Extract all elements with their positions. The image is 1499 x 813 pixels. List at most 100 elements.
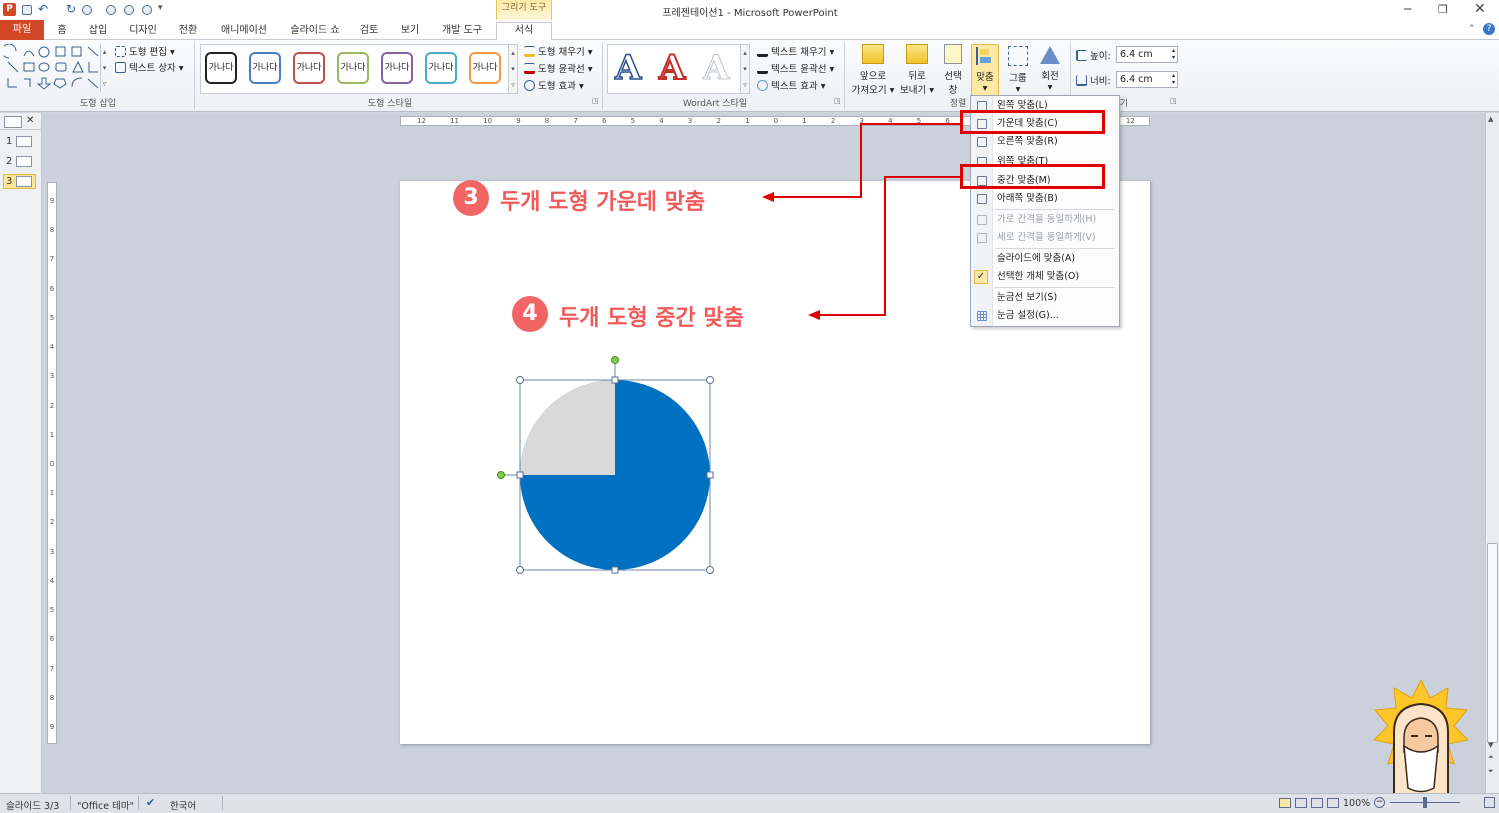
undo-icon[interactable]: ↶ [38, 2, 48, 16]
rotation-handle-top[interactable] [611, 356, 619, 364]
bring-forward-button[interactable]: 앞으로 가져오기 ▾ [850, 44, 896, 96]
spinner-icon[interactable]: ▴ ▾ [1172, 72, 1175, 86]
zoom-level[interactable]: 100% [1343, 798, 1370, 809]
shape-style-swatch-2[interactable]: 가나다 [249, 52, 281, 84]
send-backward-button[interactable]: 뒤로 보내기 ▾ [898, 44, 936, 96]
slide-thumbnail-2[interactable] [16, 156, 32, 167]
shape-effects-button[interactable]: 도형 효과 ▾ [524, 78, 584, 92]
menu-item-align-selected-objects[interactable]: ✓ 선택한 개체 맞춤(O) [971, 268, 1119, 286]
text-box-button[interactable]: 텍스트 상자 ▾ [115, 60, 184, 74]
shape-style-swatch-6[interactable]: 가나다 [425, 52, 457, 84]
resize-handle-e[interactable] [706, 471, 714, 479]
tab-file[interactable]: 파일 [0, 20, 44, 40]
shape-quick-icon-4[interactable] [142, 5, 152, 15]
normal-view-icon[interactable] [1279, 798, 1291, 808]
text-outline-button[interactable]: 텍스트 윤곽선 ▾ [757, 61, 834, 75]
wordart-gallery-scroll[interactable]: ▴ ▾ ▿ [740, 44, 750, 94]
shape-style-swatch-7[interactable]: 가나다 [469, 52, 501, 84]
scrollbar-thumb[interactable] [1487, 543, 1498, 743]
align-button[interactable]: 맞춤 ▾ [971, 44, 999, 96]
close-icon[interactable]: ✕ [1474, 1, 1486, 17]
slide-thumbnail-1[interactable] [16, 136, 32, 147]
selection-pane-button[interactable]: 선택 창 [940, 44, 966, 96]
menu-item-align-to-slide[interactable]: 슬라이드에 맞춤(A) [971, 250, 1119, 268]
height-input[interactable]: 6.4 cm ▴ ▾ [1116, 46, 1178, 63]
edit-shape-button[interactable]: 도형 편집 ▾ [115, 44, 175, 58]
text-effects-button[interactable]: 텍스트 효과 ▾ [757, 78, 826, 92]
tab-format[interactable]: 서식 [496, 22, 552, 41]
ruler-tick-label: 1 [745, 117, 750, 125]
tab-developer[interactable]: 개발 도구 [437, 23, 487, 39]
fit-to-window-icon[interactable] [1484, 797, 1495, 808]
resize-handle-ne[interactable] [706, 376, 714, 384]
tab-home[interactable]: 홈 [52, 23, 72, 39]
shape-outline-button[interactable]: 도형 윤곽선 ▾ [524, 61, 593, 75]
spinner-icon[interactable]: ▴ ▾ [1172, 47, 1175, 61]
previous-slide-icon[interactable]: ⏶ [1488, 753, 1494, 762]
slideshow-view-icon[interactable] [1327, 798, 1339, 808]
menu-item-view-gridlines[interactable]: 눈금선 보기(S) [971, 289, 1119, 307]
reading-view-icon[interactable] [1311, 798, 1323, 808]
dialog-launcher-icon[interactable]: ◳ [592, 97, 599, 105]
shape-styles-scroll[interactable]: ▴ ▾ ▿ [508, 44, 518, 94]
tab-view[interactable]: 보기 [397, 23, 423, 39]
shape-style-swatch-1[interactable]: 가나다 [205, 52, 237, 84]
spell-check-icon[interactable]: ✔ [146, 796, 155, 809]
shape-style-swatch-3[interactable]: 가나다 [293, 52, 325, 84]
rotate-button[interactable]: 회전 ▾ [1036, 44, 1064, 96]
slide-thumbnail-3[interactable] [16, 176, 32, 187]
shape-fill-button[interactable]: 도형 채우기 ▾ [524, 44, 593, 58]
vertical-scrollbar[interactable]: ▲ ▼ ⏶ ⏷ [1485, 113, 1499, 793]
tab-insert[interactable]: 삽입 [85, 23, 111, 39]
close-pane-icon[interactable]: ✕ [26, 115, 34, 126]
tab-transitions[interactable]: 전환 [175, 23, 201, 39]
customize-toolbar-icon[interactable]: ▾ [158, 3, 163, 13]
menu-item-align-right[interactable]: 오른쪽 맞춤(R) [971, 133, 1119, 151]
restore-icon[interactable]: ❐ [1438, 3, 1448, 16]
resize-handle-n[interactable] [611, 376, 619, 384]
resize-handle-s[interactable] [611, 566, 619, 574]
bring-forward-label-1: 앞으로 [859, 71, 887, 82]
tab-slideshow[interactable]: 슬라이드 쇼 [285, 23, 345, 39]
shape-quick-icon-3[interactable] [124, 5, 134, 15]
shape-quick-icon[interactable] [82, 5, 92, 15]
shape-style-swatch-4[interactable]: 가나다 [337, 52, 369, 84]
shape-quick-icon-2[interactable] [106, 5, 116, 15]
dialog-launcher-icon[interactable]: ◳ [834, 97, 841, 105]
shapes-gallery[interactable] [1, 43, 108, 92]
dialog-launcher-icon[interactable]: ◳ [1170, 97, 1177, 105]
gray-quarter-shape[interactable] [520, 380, 615, 475]
menu-item-align-bottom[interactable]: 아래쪽 맞춤(B) [971, 190, 1119, 208]
help-icon[interactable]: ? [1483, 23, 1495, 35]
ribbon-collapse-icon[interactable]: ⌃ [1468, 24, 1476, 34]
width-input[interactable]: 6.4 cm ▴ ▾ [1116, 71, 1178, 88]
slides-tab-icon[interactable] [4, 116, 22, 128]
resize-handle-nw[interactable] [516, 376, 524, 384]
minimize-icon[interactable]: ─ [1404, 2, 1411, 16]
redo-icon[interactable]: ↻ [66, 2, 76, 16]
save-icon[interactable] [22, 5, 32, 15]
wordart-style-gray[interactable]: A [702, 50, 729, 87]
scroll-down-icon[interactable]: ▼ [1488, 741, 1493, 749]
shapes-canvas [497, 356, 714, 574]
shapes-gallery-scroll[interactable]: ▴ ▾ ▿ [100, 44, 108, 92]
zoom-out-icon[interactable]: − [1374, 797, 1385, 808]
tab-review[interactable]: 검토 [356, 23, 382, 39]
next-slide-icon[interactable]: ⏷ [1488, 767, 1494, 776]
status-language[interactable]: 한국어 [170, 798, 196, 812]
shape-style-swatch-5[interactable]: 가나다 [381, 52, 413, 84]
menu-item-grid-settings[interactable]: 눈금 설정(G)... [971, 307, 1119, 325]
slide-sorter-view-icon[interactable] [1295, 798, 1307, 808]
wordart-style-blue[interactable]: A [614, 49, 642, 87]
zoom-slider-thumb[interactable] [1423, 797, 1427, 808]
text-fill-button[interactable]: 텍스트 채우기 ▾ [757, 44, 834, 58]
resize-handle-sw[interactable] [516, 566, 524, 574]
tab-animations[interactable]: 애니메이션 [216, 23, 272, 39]
rotation-handle-left[interactable] [497, 471, 505, 479]
scroll-up-icon[interactable]: ▲ [1488, 115, 1493, 123]
group-button[interactable]: 그룹 ▾ [1004, 44, 1032, 96]
tab-design[interactable]: 디자인 [125, 23, 161, 39]
resize-handle-se[interactable] [706, 566, 714, 574]
resize-handle-w[interactable] [516, 471, 524, 479]
wordart-style-red[interactable]: A [658, 49, 686, 87]
